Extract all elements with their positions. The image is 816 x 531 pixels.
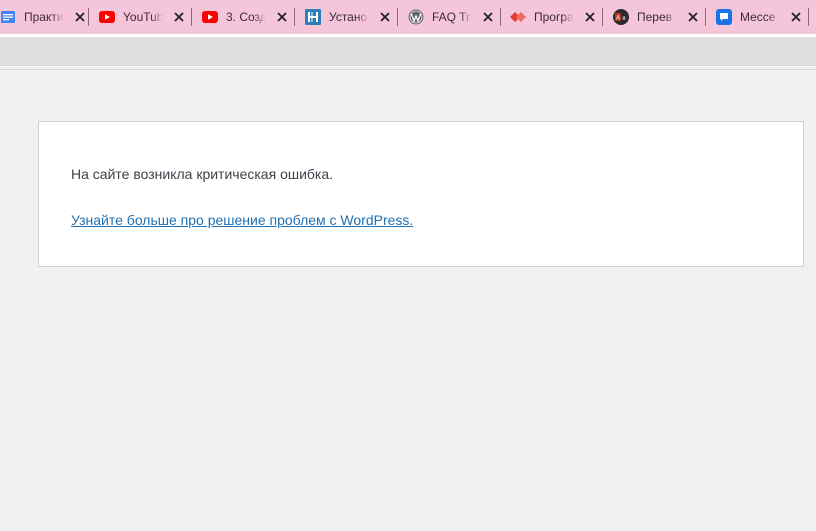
diamond-icon [510, 9, 526, 25]
tab-title: FAQ Tro [432, 10, 472, 24]
close-icon[interactable] [790, 11, 802, 23]
close-icon[interactable] [584, 11, 596, 23]
browser-tab[interactable]: 3. Созд [202, 0, 288, 34]
translate-icon: A я [613, 9, 629, 25]
tab-title: Устано [329, 10, 368, 24]
error-box: На сайте возникла критическая ошибка. Уз… [38, 121, 804, 267]
tab-title: Практи [24, 10, 64, 24]
close-icon[interactable] [74, 11, 86, 23]
docs-icon [0, 9, 16, 25]
browser-tab[interactable]: Устано [305, 0, 391, 34]
tab-title: Програ [534, 10, 574, 24]
close-icon[interactable] [276, 11, 288, 23]
browser-tab[interactable]: Програ [510, 0, 596, 34]
browser-tab[interactable]: FAQ Tro [408, 0, 494, 34]
browser-tab[interactable]: A я Перев [613, 0, 699, 34]
messenger-icon [716, 9, 732, 25]
svg-text:я: я [622, 15, 626, 22]
close-icon[interactable] [379, 11, 391, 23]
wordpress-icon [408, 9, 424, 25]
browser-toolbar [0, 37, 816, 66]
youtube-icon [202, 9, 218, 25]
troubleshooting-link[interactable]: Узнайте больше про решение проблем с Wor… [71, 212, 413, 228]
youtube-icon [99, 9, 115, 25]
h-logo-icon [305, 9, 321, 25]
browser-tab[interactable]: Практи [0, 0, 86, 34]
error-message: На сайте возникла критическая ошибка. [71, 166, 334, 182]
tab-title: Перев [637, 10, 673, 24]
tab-title: Мессе [740, 10, 776, 24]
tab-title: YouTub [123, 10, 163, 24]
close-icon[interactable] [482, 11, 494, 23]
browser-tab[interactable]: YouTub [99, 0, 185, 34]
close-icon[interactable] [173, 11, 185, 23]
toolbar-divider [0, 69, 816, 70]
tab-title: 3. Созд [226, 10, 266, 24]
browser-tab[interactable]: Мессе [716, 0, 802, 34]
close-icon[interactable] [687, 11, 699, 23]
tab-strip: Практи YouTub 3. Созд Устано FAQ Tr Прог… [0, 0, 816, 34]
